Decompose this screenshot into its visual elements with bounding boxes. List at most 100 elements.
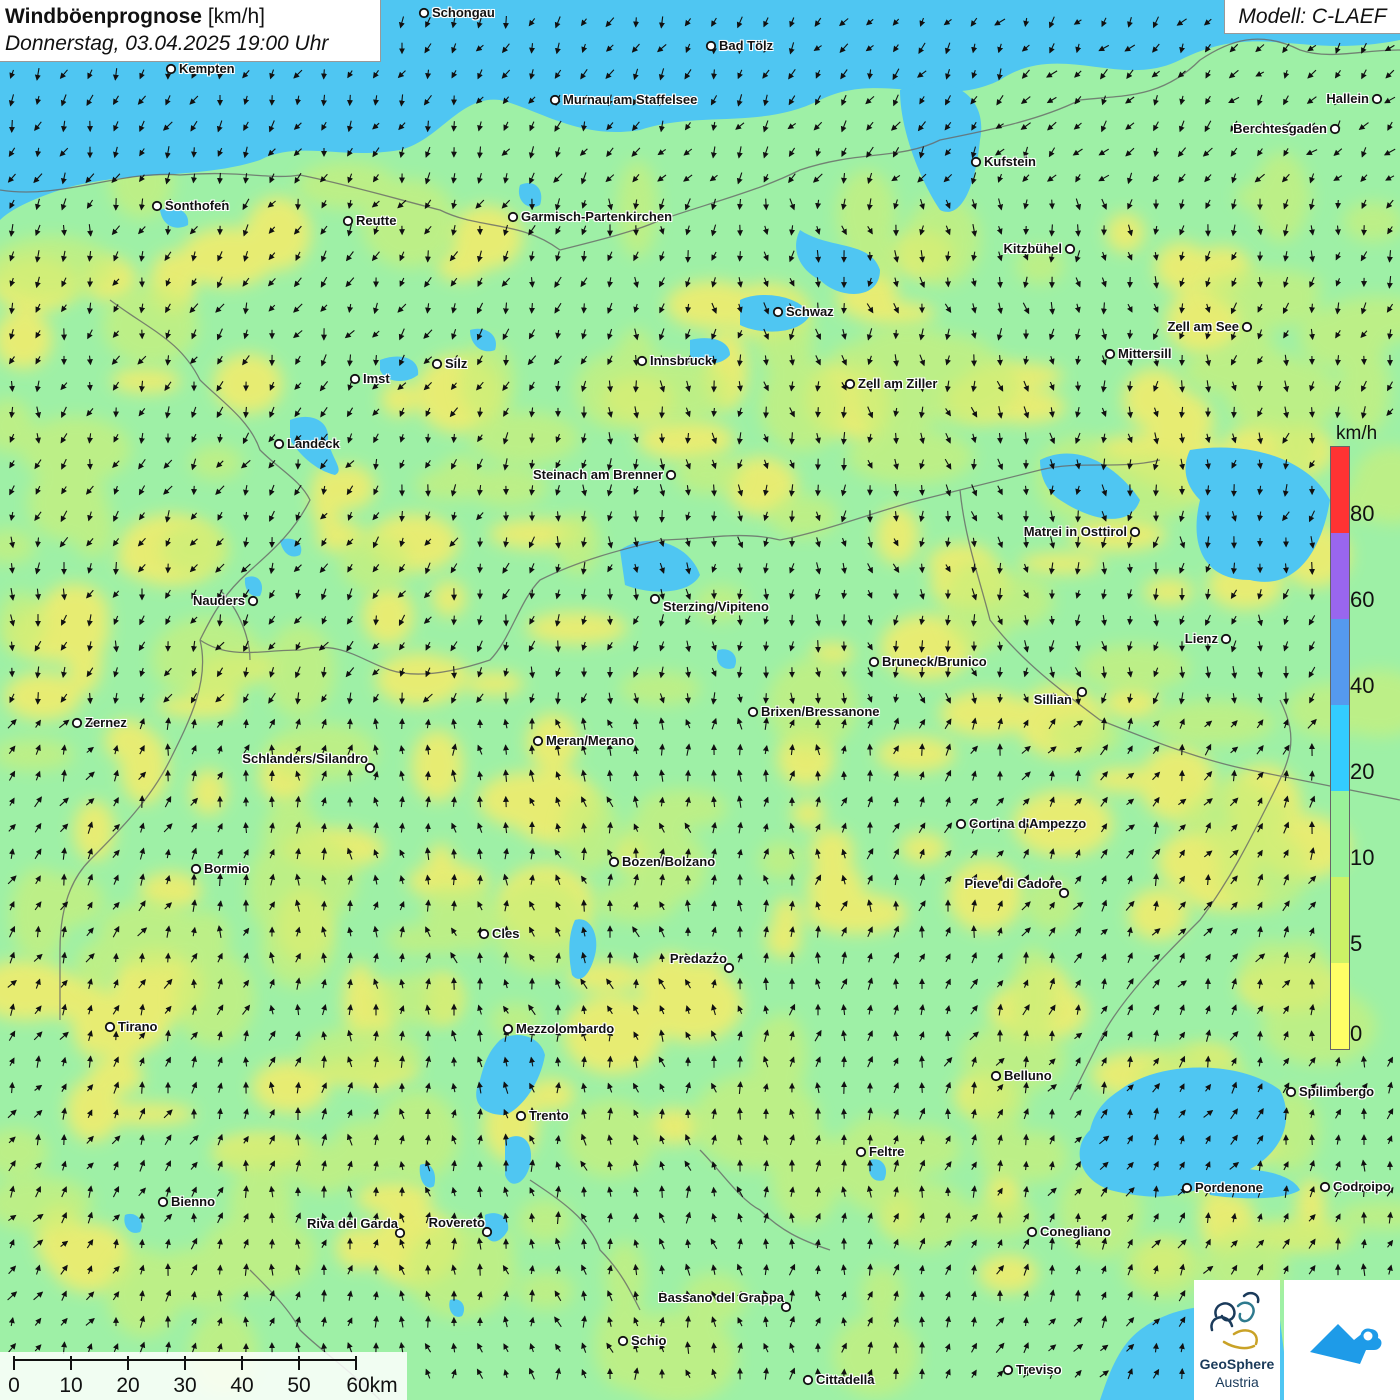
city-label: Berchtesgaden bbox=[1233, 121, 1327, 136]
wind-arrow bbox=[866, 251, 873, 262]
scale-label: 50 bbox=[287, 1374, 311, 1397]
city-marker[interactable] bbox=[431, 358, 443, 370]
mountain-cloud-logo-icon bbox=[1310, 1324, 1382, 1364]
legend-unit: km/h bbox=[1336, 423, 1378, 444]
city-marker[interactable] bbox=[190, 863, 202, 875]
wind-arrow bbox=[191, 147, 198, 158]
mountain-cloud-logo[interactable] bbox=[1284, 1280, 1400, 1400]
city-marker[interactable] bbox=[747, 706, 759, 718]
city-marker[interactable] bbox=[649, 593, 661, 605]
city-marker[interactable] bbox=[665, 469, 677, 481]
city-marker[interactable] bbox=[772, 306, 784, 318]
city-label: Bozen/Bolzano bbox=[622, 854, 716, 869]
city-label: Murnau am Staffelsee bbox=[563, 92, 698, 107]
city-marker[interactable] bbox=[532, 735, 544, 747]
wind-arrow bbox=[321, 69, 328, 80]
city-label: Codroipo bbox=[1333, 1179, 1391, 1194]
wind-arrow bbox=[269, 1212, 276, 1223]
city-marker[interactable] bbox=[844, 378, 856, 390]
city-marker[interactable] bbox=[1285, 1086, 1297, 1098]
wind-arrow bbox=[529, 744, 536, 755]
legend-label: 60 bbox=[1350, 587, 1375, 612]
legend-color-step bbox=[1331, 877, 1349, 963]
legend-label: 5 bbox=[1350, 931, 1363, 956]
city-marker[interactable] bbox=[1329, 123, 1341, 135]
geosphere-logo[interactable]: GeoSphere Austria bbox=[1194, 1280, 1280, 1400]
scale-label: 60km bbox=[346, 1374, 398, 1397]
city-marker[interactable] bbox=[1026, 1226, 1038, 1238]
wind-arrow bbox=[34, 692, 41, 705]
city-marker[interactable] bbox=[507, 211, 519, 223]
city-marker[interactable] bbox=[515, 1110, 527, 1122]
wind-arrow bbox=[8, 119, 15, 133]
wind-arrow bbox=[346, 718, 353, 729]
city-marker[interactable] bbox=[165, 63, 177, 75]
city-label: Brixen/Bressanone bbox=[761, 704, 880, 719]
city-marker[interactable] bbox=[247, 595, 259, 607]
city-marker[interactable] bbox=[502, 1023, 514, 1035]
city-marker[interactable] bbox=[1064, 243, 1076, 255]
wind-arrow bbox=[1048, 199, 1055, 210]
city-marker[interactable] bbox=[151, 200, 163, 212]
wind-arrow bbox=[451, 1056, 458, 1067]
wind-arrow bbox=[893, 329, 900, 340]
city-marker[interactable] bbox=[1319, 1181, 1331, 1193]
city-marker[interactable] bbox=[1076, 686, 1088, 698]
city-marker[interactable] bbox=[868, 656, 880, 668]
city-label: Kempten bbox=[179, 61, 235, 76]
wind-arrow bbox=[788, 510, 795, 523]
city-marker[interactable] bbox=[71, 717, 83, 729]
scale-label: 40 bbox=[230, 1374, 254, 1397]
city-marker[interactable] bbox=[1371, 93, 1383, 105]
city-marker[interactable] bbox=[1241, 321, 1253, 333]
wind-arrow bbox=[581, 303, 588, 314]
city-label: Mittersill bbox=[1118, 346, 1172, 361]
map-title: Windböenprognose [km/h] bbox=[5, 5, 265, 28]
city-marker[interactable] bbox=[157, 1196, 169, 1208]
legend-label: 40 bbox=[1350, 673, 1375, 698]
wind-arrow bbox=[139, 1081, 146, 1094]
legend-color-bar bbox=[1330, 446, 1350, 1050]
city-marker[interactable] bbox=[478, 928, 490, 940]
city-label: Pordenone bbox=[1195, 1180, 1263, 1195]
city-marker[interactable] bbox=[1002, 1364, 1014, 1376]
city-marker[interactable] bbox=[342, 215, 354, 227]
scale-label: 20 bbox=[116, 1374, 140, 1397]
wind-arrow bbox=[346, 94, 353, 107]
city-marker[interactable] bbox=[418, 7, 430, 19]
legend-color-step bbox=[1331, 619, 1349, 705]
city-label: Schongau bbox=[432, 5, 495, 20]
city-label: Belluno bbox=[1004, 1068, 1052, 1083]
city-label: Cles bbox=[492, 926, 520, 941]
city-label: Pieve di Cadore bbox=[964, 876, 1062, 891]
legend-label: 80 bbox=[1350, 501, 1375, 526]
wind-arrow bbox=[763, 693, 770, 704]
city-marker[interactable] bbox=[855, 1146, 867, 1158]
city-marker[interactable] bbox=[549, 94, 561, 106]
city-marker[interactable] bbox=[1181, 1182, 1193, 1194]
city-marker[interactable] bbox=[608, 856, 620, 868]
legend-color-step bbox=[1331, 447, 1349, 533]
city-marker[interactable] bbox=[273, 438, 285, 450]
city-marker[interactable] bbox=[705, 40, 717, 52]
city-marker[interactable] bbox=[349, 373, 361, 385]
wind-arrow bbox=[633, 17, 640, 28]
city-marker[interactable] bbox=[1129, 526, 1141, 538]
map-datetime: Donnerstag, 03.04.2025 19:00 Uhr bbox=[5, 32, 329, 55]
city-label: Reutte bbox=[356, 213, 397, 228]
city-marker[interactable] bbox=[617, 1335, 629, 1347]
city-label: Hallein bbox=[1326, 91, 1369, 106]
city-marker[interactable] bbox=[104, 1021, 116, 1033]
city-marker[interactable] bbox=[802, 1374, 814, 1386]
wind-arrow bbox=[658, 510, 665, 523]
wind-arrow bbox=[919, 1082, 925, 1093]
city-marker[interactable] bbox=[1104, 348, 1116, 360]
city-marker[interactable] bbox=[970, 156, 982, 168]
city-marker[interactable] bbox=[990, 1070, 1002, 1082]
legend-color-step bbox=[1331, 705, 1349, 791]
city-marker[interactable] bbox=[955, 818, 967, 830]
wind-arrow bbox=[788, 614, 795, 627]
city-marker[interactable] bbox=[1220, 633, 1232, 645]
city-label: Sonthofen bbox=[165, 198, 230, 213]
city-marker[interactable] bbox=[636, 355, 648, 367]
